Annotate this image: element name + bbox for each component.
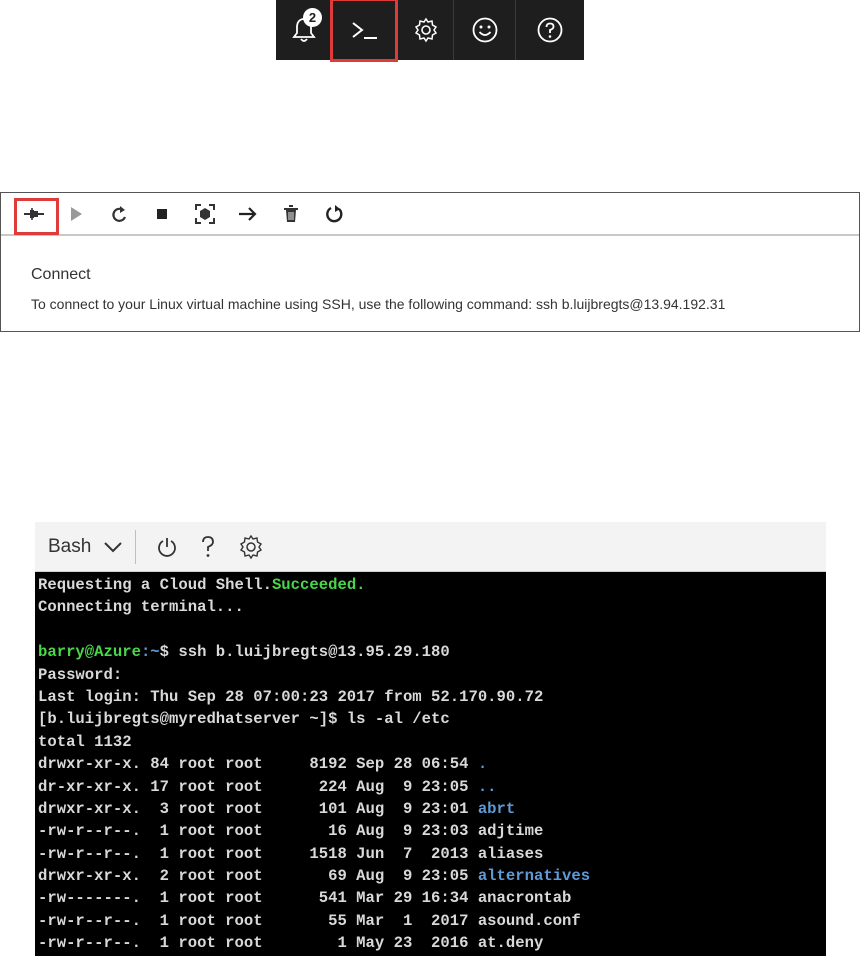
settings-button[interactable] bbox=[398, 0, 454, 60]
terminal-line: Password: bbox=[38, 665, 123, 684]
stop-button[interactable] bbox=[140, 194, 183, 234]
trash-icon bbox=[283, 204, 299, 223]
capture-icon bbox=[194, 203, 215, 224]
listing-row: drwxr-xr-x. 3 root root 101 Aug 9 23:01 … bbox=[38, 798, 826, 820]
shell-settings-button[interactable] bbox=[238, 530, 264, 564]
listing-row: dr-xr-xr-x. 17 root root 224 Aug 9 23:05… bbox=[38, 776, 826, 798]
chevron-down-icon bbox=[103, 541, 123, 553]
gear-icon bbox=[413, 17, 439, 43]
listing-row: -rw-r--r--. 1 root root 16 Aug 9 23:03 a… bbox=[38, 820, 826, 842]
prompt-command: $ ssh b.luijbregts@13.95.29.180 bbox=[159, 643, 450, 662]
shell-type-label: Bash bbox=[48, 535, 92, 557]
listing-dir-name: alternatives bbox=[477, 867, 591, 886]
prompt-user: barry@Azure bbox=[38, 643, 141, 662]
listing-file-name: at.deny bbox=[477, 934, 544, 953]
listing-row: drwxr-xr-x. 2 root root 69 Aug 9 23:05 a… bbox=[38, 865, 826, 887]
terminal-line: Last login: Thu Sep 28 07:00:23 2017 fro… bbox=[38, 687, 544, 706]
restart-icon bbox=[110, 205, 128, 223]
prompt-path: :~ bbox=[140, 643, 160, 662]
delete-button[interactable] bbox=[269, 194, 312, 234]
connect-title: Connect bbox=[31, 266, 91, 283]
smiley-icon bbox=[471, 16, 499, 44]
listing-row: drwxr-xr-x. 84 root root 8192 Sep 28 06:… bbox=[38, 753, 826, 775]
gear-icon bbox=[238, 534, 264, 560]
refresh-button[interactable] bbox=[312, 194, 355, 234]
start-icon bbox=[69, 206, 83, 222]
help-button[interactable] bbox=[516, 0, 584, 60]
connect-instructions: To connect to your Linux virtual machine… bbox=[31, 296, 726, 312]
listing-row: -rw-------. 1 root root 541 Mar 29 16:34… bbox=[38, 887, 826, 909]
vm-toolbar bbox=[1, 193, 859, 236]
listing-meta: -rw-r--r--. 1 root root 55 Mar 1 2017 bbox=[38, 911, 478, 930]
listing-meta: -rw-------. 1 root root 541 Mar 29 16:34 bbox=[38, 889, 478, 908]
listing-meta: -rw-r--r--. 1 root root 16 Aug 9 23:03 bbox=[38, 822, 478, 841]
azure-header-toolbar: 2 bbox=[276, 0, 584, 60]
listing-meta: dr-xr-xr-x. 17 root root 224 Aug 9 23:05 bbox=[38, 777, 478, 796]
notifications-button[interactable]: 2 bbox=[276, 0, 332, 60]
power-icon bbox=[156, 536, 178, 558]
listing-meta: drwxr-xr-x. 3 root root 101 Aug 9 23:01 bbox=[38, 799, 478, 818]
help-shell-button[interactable] bbox=[200, 530, 216, 564]
question-mark-icon bbox=[200, 535, 216, 559]
cloud-shell-toolbar: Bash bbox=[35, 522, 826, 572]
success-status: Succeeded. bbox=[271, 576, 366, 594]
help-icon bbox=[536, 16, 564, 44]
stop-icon bbox=[155, 207, 169, 221]
restart-button[interactable] bbox=[97, 194, 140, 234]
vm-overview-panel: Connect To connect to your Linux virtual… bbox=[0, 192, 860, 332]
shell-type-dropdown[interactable]: Bash bbox=[48, 529, 137, 564]
cloud-shell-window: Bash Requesting a Cloud Shell.Succeeded.… bbox=[35, 522, 826, 956]
listing-dir-name: abrt bbox=[477, 799, 516, 818]
terminal-line: total 1132 bbox=[38, 732, 132, 751]
terminal-line: Requesting a Cloud Shell.Succeeded. bbox=[38, 576, 366, 594]
listing-file-name: aliases bbox=[477, 844, 544, 863]
listing-meta: drwxr-xr-x. 84 root root 8192 Sep 28 06:… bbox=[38, 755, 478, 774]
cloud-shell-highlight bbox=[330, 0, 398, 62]
move-icon bbox=[238, 206, 258, 222]
terminal-line: [b.luijbregts@myredhatserver ~]$ ls -al … bbox=[38, 710, 450, 729]
terminal-output[interactable]: Requesting a Cloud Shell.Succeeded. Conn… bbox=[35, 572, 826, 956]
listing-meta: drwxr-xr-x. 2 root root 69 Aug 9 23:05 bbox=[38, 867, 478, 886]
terminal-prompt-line: barry@Azure:~$ ssh b.luijbregts@13.95.29… bbox=[38, 641, 826, 663]
listing-file-name: adjtime bbox=[477, 822, 544, 841]
connect-button-highlight bbox=[14, 198, 59, 235]
start-button[interactable] bbox=[54, 194, 97, 234]
feedback-button[interactable] bbox=[454, 0, 516, 60]
listing-row: -rw-r--r--. 1 root root 1518 Jun 7 2013 … bbox=[38, 843, 826, 865]
capture-button[interactable] bbox=[183, 194, 226, 234]
listing-dir-name: . bbox=[477, 755, 488, 774]
listing-meta: -rw-r--r--. 1 root root 1518 Jun 7 2013 bbox=[38, 844, 478, 863]
listing-meta: -rw-r--r--. 1 root root 1 May 23 2016 bbox=[38, 934, 478, 953]
terminal-line: Connecting terminal... bbox=[38, 598, 244, 617]
listing-file-name: anacrontab bbox=[477, 889, 572, 908]
notification-count-badge: 2 bbox=[303, 8, 322, 27]
move-button[interactable] bbox=[226, 194, 269, 234]
listing-file-name: asound.conf bbox=[477, 911, 581, 930]
listing-dir-name: .. bbox=[477, 777, 497, 796]
listing-row: -rw-r--r--. 1 root root 55 Mar 1 2017 as… bbox=[38, 910, 826, 932]
restart-shell-button[interactable] bbox=[156, 530, 178, 564]
listing-row: -rw-r--r--. 1 root root 1 May 23 2016 at… bbox=[38, 932, 826, 954]
directory-listing: drwxr-xr-x. 84 root root 8192 Sep 28 06:… bbox=[38, 753, 826, 955]
refresh-icon bbox=[324, 204, 344, 224]
